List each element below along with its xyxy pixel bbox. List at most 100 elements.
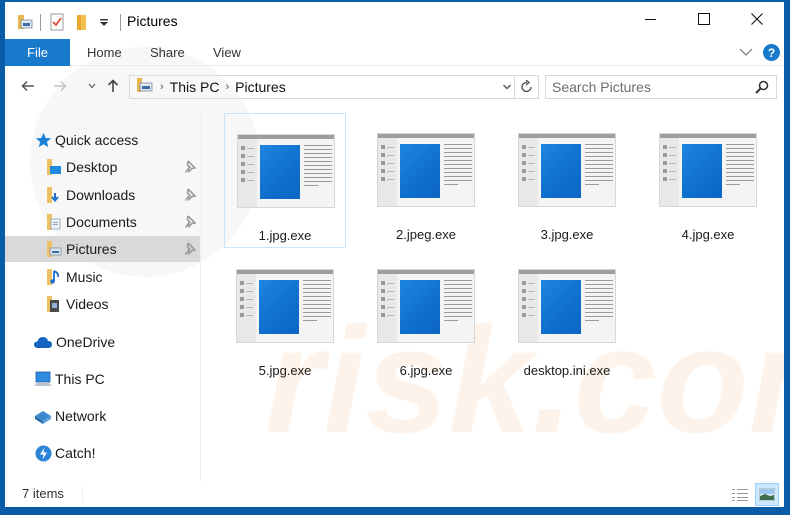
nav-quick-access[interactable]: Quick access (5, 127, 200, 153)
address-dropdown-chevron-icon[interactable] (502, 80, 512, 99)
file-name: 4.jpg.exe (681, 227, 735, 242)
pictures-folder-icon (136, 77, 154, 98)
pin-icon[interactable] (184, 188, 197, 205)
properties-folder-icon[interactable] (16, 12, 34, 32)
music-folder-icon (45, 268, 63, 286)
details-view-icon (732, 489, 748, 501)
file-thumbnail-icon (518, 133, 616, 207)
nav-videos[interactable]: Videos (5, 291, 200, 317)
details-view-button[interactable] (730, 486, 750, 504)
breadcrumb-this-pc[interactable]: This PC (170, 79, 220, 95)
back-button[interactable] (18, 76, 38, 96)
file-item[interactable]: 6.jpg.exe (365, 249, 487, 384)
breadcrumb-chevron-icon: › (225, 81, 230, 93)
nav-item-label: This PC (55, 371, 105, 387)
refresh-icon (520, 80, 532, 93)
tab-share[interactable]: Share (150, 39, 185, 66)
file-explorer-window: risk.com Pictures File Home S (5, 2, 784, 507)
nav-item-label: OneDrive (56, 334, 116, 350)
forward-button[interactable] (50, 76, 70, 96)
nav-this-pc[interactable]: This PC (5, 366, 200, 392)
nav-item-label: Documents (66, 214, 137, 230)
up-button[interactable] (103, 76, 123, 96)
pane-divider[interactable] (200, 107, 201, 482)
file-name: desktop.ini.exe (523, 363, 611, 378)
nav-music[interactable]: Music (5, 264, 200, 290)
customize-dropdown-icon[interactable] (99, 12, 109, 32)
pin-icon[interactable] (184, 215, 197, 232)
tab-file[interactable]: File (5, 39, 70, 66)
pictures-folder-icon (45, 240, 63, 258)
file-thumbnail-icon (377, 269, 475, 343)
nav-onedrive[interactable]: OneDrive (5, 329, 200, 355)
file-item[interactable]: 2.jpeg.exe (365, 113, 487, 248)
file-item[interactable]: 3.jpg.exe (506, 113, 628, 248)
nav-network[interactable]: Network (5, 403, 200, 429)
this-pc-icon (34, 370, 52, 388)
nav-item-label: Pictures (66, 241, 117, 257)
toolbar-separator (120, 14, 121, 31)
breadcrumb-chevron-icon: › (160, 81, 164, 93)
nav-catch[interactable]: Catch! (5, 440, 200, 466)
search-icon[interactable] (754, 79, 770, 100)
minimize-button[interactable] (628, 2, 674, 36)
tab-view[interactable]: View (213, 39, 241, 66)
search-box (545, 75, 777, 99)
forward-arrow-icon (54, 80, 67, 92)
nav-item-label: Catch! (55, 445, 96, 461)
nav-desktop[interactable]: Desktop (5, 154, 200, 180)
large-icons-view-button[interactable] (755, 483, 779, 506)
file-item[interactable]: 1.jpg.exe (224, 113, 346, 248)
checklist-icon[interactable] (49, 12, 65, 32)
breadcrumb-pictures[interactable]: Pictures (235, 79, 286, 95)
pin-icon[interactable] (184, 242, 197, 259)
downloads-folder-icon (45, 186, 63, 204)
file-item[interactable]: desktop.ini.exe (506, 249, 628, 384)
refresh-button[interactable] (514, 76, 538, 98)
minimize-icon (645, 19, 656, 20)
address-bar[interactable]: › This PC › Pictures (129, 75, 539, 99)
status-separator (82, 486, 83, 503)
nav-item-label: Music (66, 269, 103, 285)
file-name: 3.jpg.exe (540, 227, 594, 242)
videos-folder-icon (45, 295, 63, 313)
help-button[interactable]: ? (763, 44, 780, 61)
file-item[interactable]: 5.jpg.exe (224, 249, 346, 384)
nav-documents[interactable]: Documents (5, 209, 200, 235)
documents-folder-icon (45, 213, 63, 231)
file-name: 5.jpg.exe (258, 363, 312, 378)
file-thumbnail-icon (377, 133, 475, 207)
nav-item-label: Network (55, 408, 107, 424)
nav-downloads[interactable]: Downloads (5, 182, 200, 208)
nav-item-label: Desktop (66, 159, 118, 175)
window-title: Pictures (127, 13, 178, 29)
network-icon (34, 407, 52, 425)
nav-pictures[interactable]: Pictures (5, 236, 200, 262)
onedrive-icon (33, 333, 53, 351)
star-icon (34, 131, 52, 149)
maximize-icon (698, 13, 710, 25)
file-item[interactable]: 4.jpg.exe (647, 113, 769, 248)
pin-icon[interactable] (184, 160, 197, 177)
file-thumbnail-icon (518, 269, 616, 343)
new-folder-icon[interactable] (75, 12, 89, 32)
close-icon (751, 13, 763, 25)
search-input[interactable] (546, 76, 746, 98)
navigation-pane: Quick access Desktop Downloads Documents (5, 107, 200, 477)
title-bar: Pictures (5, 2, 784, 40)
tab-home[interactable]: Home (87, 39, 122, 66)
file-thumbnail-icon (236, 269, 334, 343)
up-arrow-icon (107, 79, 119, 92)
file-name: 1.jpg.exe (258, 228, 312, 243)
catch-icon (34, 444, 52, 462)
file-name: 2.jpeg.exe (396, 227, 456, 242)
file-name: 6.jpg.exe (399, 363, 453, 378)
close-button[interactable] (734, 2, 780, 36)
navigation-row: › This PC › Pictures (5, 67, 784, 105)
maximize-button[interactable] (681, 2, 727, 36)
file-list: 1.jpg.exe 2.jpeg.exe 3.jpg.exe 4.jpg.exe 5.j… (205, 107, 784, 482)
chevron-down-icon (88, 83, 96, 89)
expand-ribbon-chevron-icon[interactable] (738, 45, 754, 63)
recent-locations-button[interactable] (82, 76, 102, 96)
toolbar-separator (40, 14, 41, 31)
